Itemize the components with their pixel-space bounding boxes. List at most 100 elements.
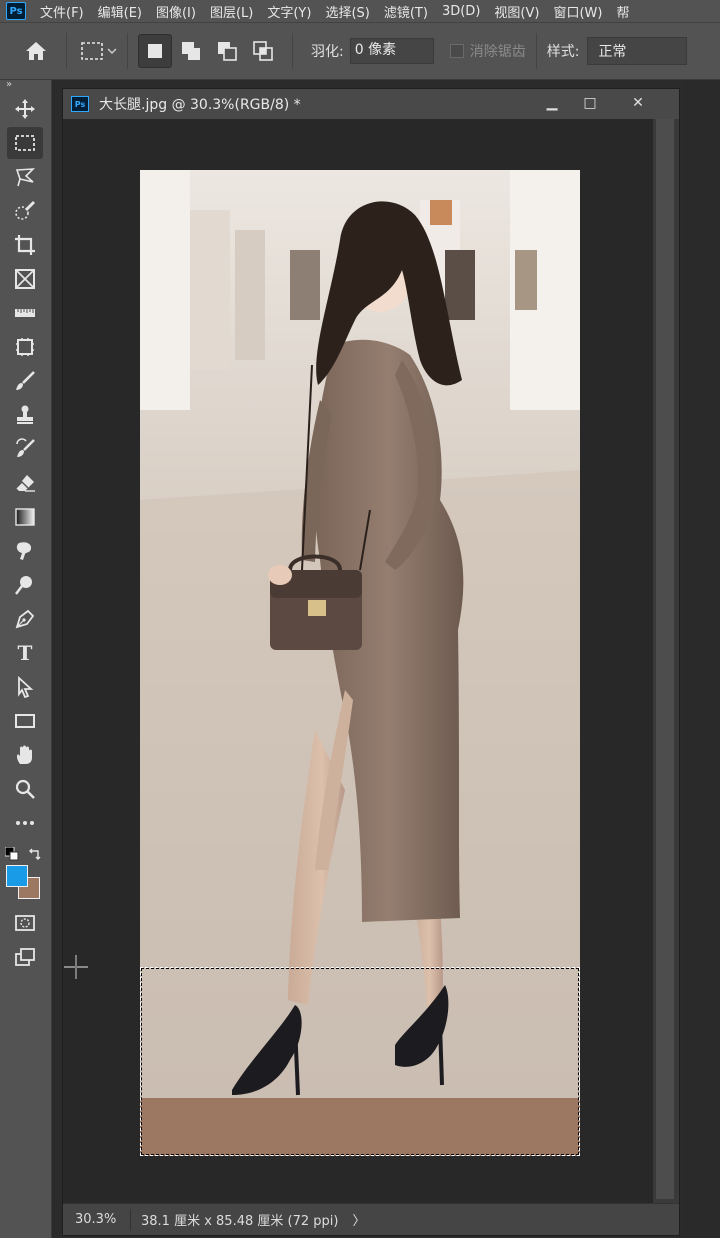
path-select-tool[interactable] <box>7 671 43 703</box>
path-select-icon <box>18 676 34 698</box>
divider <box>66 33 67 69</box>
gradient-tool[interactable] <box>7 501 43 533</box>
antialias-checkbox[interactable] <box>449 44 464 58</box>
pen-icon <box>15 609 35 629</box>
rectangle-tool[interactable] <box>7 705 43 737</box>
lasso-tool[interactable] <box>7 161 43 193</box>
canvas-image[interactable] <box>140 170 580 1156</box>
default-colors-icon[interactable] <box>5 847 19 861</box>
quick-select-icon <box>15 200 36 220</box>
minimize-button[interactable]: ▁ <box>537 93 567 113</box>
menu-type[interactable]: 文字(Y) <box>267 2 311 21</box>
collapse-toolbar-button[interactable]: » <box>0 80 51 92</box>
menu-image[interactable]: 图像(I) <box>156 2 196 21</box>
crosshair-cursor-icon <box>64 955 88 979</box>
feather-label: 羽化: <box>311 44 344 60</box>
hand-tool[interactable] <box>7 739 43 771</box>
status-bar: 30.3% 38.1 厘米 x 85.48 厘米 (72 ppi) 〉 <box>63 1203 679 1235</box>
divider <box>535 33 537 69</box>
rectangle-icon <box>15 714 35 728</box>
menu-layer[interactable]: 图层(L) <box>210 2 253 21</box>
subtract-selection-button[interactable] <box>210 34 244 68</box>
frame-tool[interactable] <box>7 263 43 295</box>
dodge-tool[interactable] <box>7 569 43 601</box>
menu-window[interactable]: 窗口(W) <box>553 2 602 21</box>
new-selection-icon <box>148 44 162 58</box>
menu-edit[interactable]: 编辑(E) <box>98 2 142 21</box>
screen-mode-icon <box>15 948 35 966</box>
brush-icon <box>16 371 35 390</box>
maximize-icon: □ <box>583 95 597 111</box>
scrollbar-thumb[interactable] <box>656 119 674 1199</box>
move-tool[interactable] <box>7 93 43 125</box>
document-dimensions: 38.1 厘米 x 85.48 厘米 (72 ppi) <box>141 1214 339 1229</box>
options-bar: 羽化: 0 像素 消除锯齿 样式: 正常 <box>0 22 720 80</box>
ruler-tool[interactable] <box>7 297 43 329</box>
pen-tool[interactable] <box>7 603 43 635</box>
new-selection-button[interactable] <box>138 34 172 68</box>
menu-3d[interactable]: 3D(D) <box>442 4 480 19</box>
history-brush-icon <box>16 438 35 457</box>
screen-mode-button[interactable] <box>7 941 43 973</box>
document-title: 大长腿.jpg @ 30.3%(RGB/8) * <box>99 97 301 113</box>
rect-marquee-icon <box>15 135 35 151</box>
ruler-icon <box>15 309 35 317</box>
add-selection-icon <box>182 42 200 60</box>
eraser-tool[interactable] <box>7 467 43 499</box>
photo-illustration <box>140 170 580 1156</box>
smudge-tool[interactable] <box>7 535 43 567</box>
menu-filter[interactable]: 滤镜(T) <box>384 2 428 21</box>
menu-file[interactable]: 文件(F) <box>40 2 84 21</box>
home-button[interactable] <box>16 31 56 71</box>
menu-help[interactable]: 帮 <box>616 2 629 21</box>
frame-icon <box>15 269 35 289</box>
stamp-tool[interactable] <box>7 399 43 431</box>
close-button[interactable]: ✕ <box>623 93 653 113</box>
maximize-button[interactable]: □ <box>575 93 605 113</box>
foreground-color-swatch[interactable] <box>6 865 28 887</box>
photoshop-logo-icon: Ps <box>6 2 26 20</box>
right-panel-edge <box>682 80 720 1238</box>
menu-view[interactable]: 视图(V) <box>494 2 539 21</box>
quick-mask-button[interactable] <box>7 907 43 939</box>
quick-select-tool[interactable] <box>7 195 43 227</box>
document-ps-icon: Ps <box>71 96 89 112</box>
lasso-icon <box>15 168 36 187</box>
dodge-icon <box>15 576 32 595</box>
zoom-level-field[interactable]: 30.3% <box>69 1208 131 1231</box>
more-icon <box>16 821 34 825</box>
gradient-icon <box>15 508 35 526</box>
smudge-icon <box>16 542 32 560</box>
chevron-down-icon <box>107 48 117 54</box>
menu-select[interactable]: 选择(S) <box>325 2 369 21</box>
intersect-selection-button[interactable] <box>246 34 280 68</box>
brush-tool[interactable] <box>7 365 43 397</box>
tool-preset-picker[interactable] <box>81 42 117 60</box>
feather-input[interactable]: 0 像素 <box>349 38 434 64</box>
patch-tool[interactable] <box>7 331 43 363</box>
move-icon <box>15 99 35 119</box>
vertical-scrollbar[interactable] <box>653 119 679 1203</box>
subtract-selection-icon <box>218 42 237 61</box>
quick-mask-icon <box>15 915 35 931</box>
zoom-tool[interactable] <box>7 773 43 805</box>
status-menu-arrow[interactable]: 〉 <box>352 1210 365 1229</box>
type-tool[interactable]: T <box>7 637 43 669</box>
history-brush-tool[interactable] <box>7 433 43 465</box>
add-selection-button[interactable] <box>174 34 208 68</box>
hand-icon <box>16 745 32 764</box>
color-swatches <box>0 845 52 901</box>
antialias-label: 消除锯齿 <box>469 44 526 60</box>
style-label: 样式: <box>546 44 580 60</box>
swap-colors-icon[interactable] <box>28 847 42 861</box>
document-titlebar[interactable]: Ps 大长腿.jpg @ 30.3%(RGB/8) * ▁ □ ✕ <box>63 89 679 119</box>
intersect-selection-icon <box>253 41 273 61</box>
divider <box>127 33 128 69</box>
crop-tool[interactable] <box>7 229 43 261</box>
style-select[interactable]: 正常 <box>587 37 688 65</box>
more-tools-button[interactable] <box>7 807 43 839</box>
rect-marquee-tool[interactable] <box>7 127 43 159</box>
menu-bar: Ps 文件(F) 编辑(E) 图像(I) 图层(L) 文字(Y) 选择(S) 滤… <box>0 0 720 22</box>
divider <box>292 33 293 69</box>
minimize-icon: ▁ <box>546 95 558 111</box>
